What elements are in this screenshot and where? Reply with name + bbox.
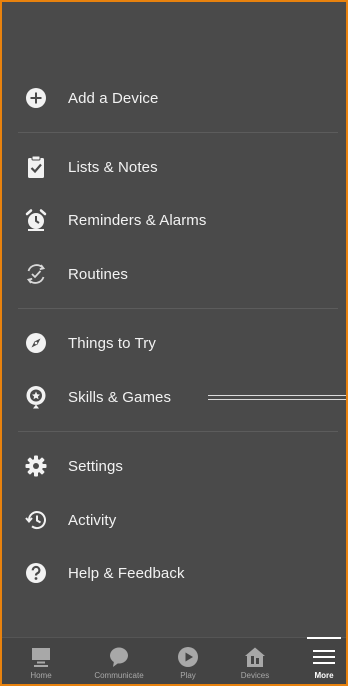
nav-item-more[interactable]: More	[304, 637, 344, 684]
menu-item-label: Settings	[68, 457, 123, 475]
menu-divider	[18, 132, 338, 133]
menu-item-things-to-try[interactable]: Things to Try	[2, 323, 346, 363]
menu-divider	[18, 431, 338, 432]
menu-item-add-device[interactable]: Add a Device	[2, 78, 346, 118]
menu-item-routines[interactable]: Routines	[2, 254, 346, 294]
menu-item-label: Reminders & Alarms	[68, 211, 207, 229]
plus-circle-icon	[24, 86, 48, 110]
alarm-clock-icon	[24, 208, 48, 232]
menu-item-lists-notes[interactable]: Lists & Notes	[2, 147, 346, 187]
nav-item-play[interactable]: Play	[168, 638, 208, 684]
gear-icon	[24, 454, 48, 478]
menu-item-reminders-alarms[interactable]: Reminders & Alarms	[2, 200, 346, 240]
history-icon	[24, 508, 48, 532]
menu-divider	[18, 308, 338, 309]
menu-item-label: Lists & Notes	[68, 158, 158, 176]
nav-label: Devices	[240, 671, 270, 680]
active-tab-indicator	[307, 637, 341, 639]
routine-check-icon	[24, 262, 48, 286]
hamburger-menu-icon	[312, 645, 336, 669]
home-icon	[29, 645, 53, 669]
nav-item-home[interactable]: Home	[18, 638, 64, 684]
menu-item-help-feedback[interactable]: Help & Feedback	[2, 553, 346, 593]
menu-item-label: Routines	[68, 265, 129, 283]
nav-item-devices[interactable]: Devices	[232, 638, 278, 684]
app-frame: Add a Device Lists & Notes Reminders & A…	[0, 0, 348, 686]
skills-badge-icon	[24, 385, 48, 409]
menu-item-settings[interactable]: Settings	[2, 446, 346, 486]
nav-label: Home	[30, 671, 52, 680]
question-circle-icon	[24, 561, 48, 585]
play-icon	[176, 645, 200, 669]
clipboard-check-icon	[24, 155, 48, 179]
menu-item-label: Add a Device	[68, 89, 159, 107]
devices-house-icon	[243, 645, 267, 669]
nav-item-communicate[interactable]: Communicate	[86, 638, 152, 684]
menu-item-label: Things to Try	[68, 334, 156, 352]
nav-label: Play	[180, 671, 196, 680]
annotation-pointer-line	[208, 395, 346, 400]
chat-bubble-icon	[107, 645, 131, 669]
menu-item-label: Skills & Games	[68, 388, 172, 406]
compass-icon	[24, 331, 48, 355]
bottom-nav: Home Communicate Play Devices More	[2, 637, 346, 684]
menu-item-activity[interactable]: Activity	[2, 500, 346, 540]
nav-label: Communicate	[94, 671, 144, 680]
nav-label: More	[314, 671, 334, 680]
menu-item-label: Help & Feedback	[68, 564, 185, 582]
menu-item-label: Activity	[68, 511, 117, 529]
